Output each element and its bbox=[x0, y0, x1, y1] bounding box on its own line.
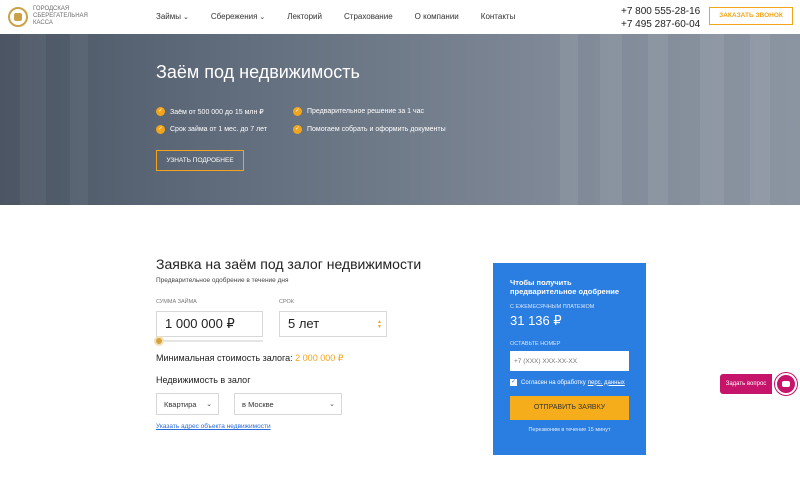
card-title: Чтобы получить предварительное одобрение bbox=[510, 278, 620, 296]
site-header: Городская сберегательная касса Займы ⌄ Сб… bbox=[0, 0, 800, 34]
hero-banner: Заём под недвижимость ✓ Заём от 500 000 д… bbox=[0, 34, 800, 205]
check-icon: ✓ bbox=[293, 125, 302, 134]
monthly-label: С ежемесячным платежом bbox=[510, 304, 595, 310]
checkbox-checked-icon[interactable]: ✓ bbox=[510, 379, 517, 386]
main-nav: Займы ⌄ Сбережения ⌄ Лекторий Страхование … bbox=[156, 12, 537, 21]
property-type-select[interactable]: Квартира ⌄ bbox=[156, 393, 219, 415]
nav-item-about[interactable]: О компании bbox=[415, 12, 459, 21]
ask-question-label[interactable]: Задать вопрос bbox=[720, 374, 772, 394]
hero-feature: ✓ Предварительное решение за 1 час bbox=[293, 107, 425, 116]
form-subtitle: Предварительное одобрение в течение дня bbox=[156, 277, 289, 284]
nav-item-lectures[interactable]: Лекторий bbox=[287, 12, 322, 21]
hero-feature: ✓ Помогаем собрать и оформить документы bbox=[293, 125, 446, 134]
logo[interactable]: Городская сберегательная касса bbox=[8, 6, 93, 27]
consent-checkbox-row[interactable]: ✓ Согласен на обработку перс. данных bbox=[510, 379, 625, 386]
chevron-down-icon: ⌄ bbox=[206, 401, 212, 408]
min-collateral-value: 2 000 000 ₽ bbox=[295, 353, 344, 363]
property-location-select[interactable]: в Москве ⌄ bbox=[234, 393, 342, 415]
personal-data-link[interactable]: перс. данных bbox=[588, 380, 625, 386]
amount-slider-handle[interactable] bbox=[154, 336, 164, 346]
phone-label: Оставьте номер bbox=[510, 341, 561, 347]
phone-secondary[interactable]: +7 495 287-60-04 bbox=[621, 18, 700, 31]
amount-input[interactable]: 1 000 000 ₽ bbox=[156, 311, 263, 337]
phone-block: +7 800 555-28-16 +7 495 287-60-04 bbox=[621, 5, 700, 31]
min-collateral-cost: Минимальная стоимость залога: 2 000 000 … bbox=[156, 353, 344, 363]
phone-input[interactable] bbox=[510, 351, 629, 371]
property-title: Недвижимость в залог bbox=[156, 375, 251, 385]
stepper-arrows-icon[interactable]: ▲ ▼ bbox=[377, 320, 382, 330]
add-address-link[interactable]: Указать адрес объекта недвижимости bbox=[156, 423, 271, 430]
application-card: Чтобы получить предварительное одобрение… bbox=[493, 263, 646, 455]
check-icon: ✓ bbox=[293, 107, 302, 116]
amount-value: 1 000 000 ₽ bbox=[165, 316, 235, 331]
nav-item-contacts[interactable]: Контакты bbox=[481, 12, 516, 21]
monthly-payment: 31 136 ₽ bbox=[510, 313, 562, 328]
amount-label: Сумма займа bbox=[156, 299, 197, 305]
chevron-down-icon: ⌄ bbox=[329, 401, 335, 408]
check-icon: ✓ bbox=[156, 125, 165, 134]
check-icon: ✓ bbox=[156, 107, 165, 116]
hero-feature: ✓ Срок займа от 1 мес. до 7 лет bbox=[156, 125, 268, 134]
chevron-down-icon: ⌄ bbox=[183, 14, 189, 21]
nav-item-insurance[interactable]: Страхование bbox=[344, 12, 393, 21]
amount-slider-track[interactable] bbox=[156, 340, 263, 342]
hero-title: Заём под недвижимость bbox=[156, 62, 360, 82]
hero-feature: ✓ Заём от 500 000 до 15 млн ₽ bbox=[156, 107, 264, 116]
nav-item-loans[interactable]: Займы ⌄ bbox=[156, 12, 189, 21]
callback-note: Перезвоним в течение 15 минут bbox=[528, 427, 611, 433]
form-title: Заявка на заём под залог недвижимости bbox=[156, 256, 422, 272]
learn-more-button[interactable]: Узнать подробнее bbox=[156, 150, 244, 171]
term-stepper[interactable]: 5 лет ▲ ▼ bbox=[279, 311, 387, 337]
chevron-down-icon: ⌄ bbox=[259, 14, 266, 21]
order-call-button[interactable]: Заказать звонок bbox=[709, 7, 793, 25]
logo-emblem-icon bbox=[8, 6, 28, 27]
chat-bubble-icon[interactable] bbox=[775, 373, 797, 395]
term-value: 5 лет bbox=[288, 316, 320, 331]
nav-item-savings[interactable]: Сбережения ⌄ bbox=[211, 12, 265, 21]
phone-primary[interactable]: +7 800 555-28-16 bbox=[621, 5, 700, 18]
logo-text: Городская сберегательная касса bbox=[33, 6, 88, 26]
submit-application-button[interactable]: Отправить заявку bbox=[510, 396, 629, 420]
term-label: Срок bbox=[279, 299, 295, 305]
